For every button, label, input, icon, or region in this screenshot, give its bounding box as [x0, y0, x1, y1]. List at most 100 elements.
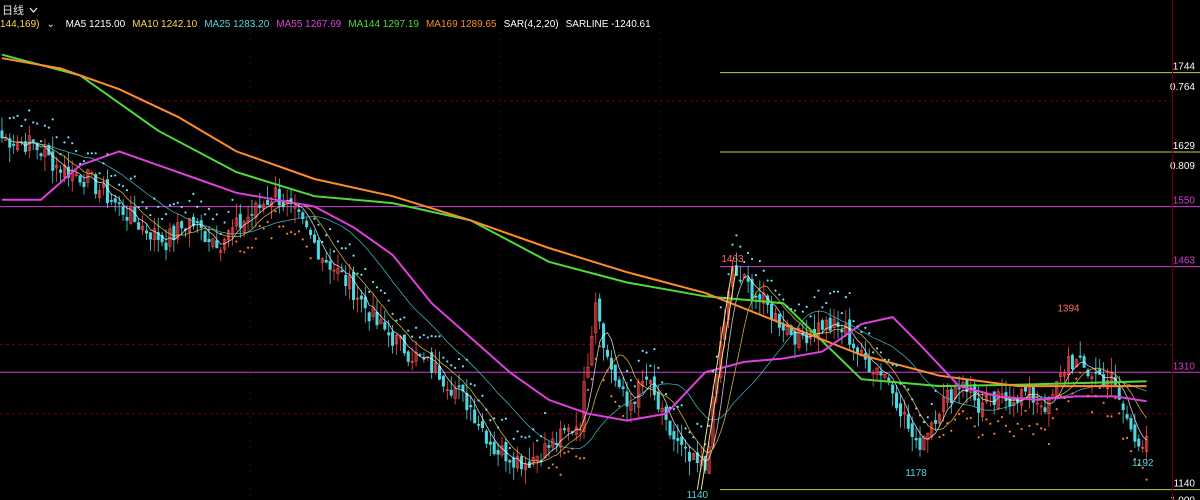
candle-body — [852, 343, 856, 349]
sar-dot — [274, 210, 277, 213]
sar-dot — [407, 329, 410, 332]
candle-body — [1133, 424, 1137, 442]
sar-dot — [700, 425, 703, 428]
candle-body — [449, 389, 453, 396]
sar-dot — [1098, 386, 1101, 389]
sar-dot — [262, 227, 265, 230]
candle-body — [387, 332, 391, 336]
sar-dot — [16, 114, 19, 117]
sar-dot — [1090, 411, 1094, 414]
candle-body — [383, 322, 387, 330]
sar-dot — [750, 257, 754, 261]
candle-body — [82, 181, 86, 187]
sar-dot — [875, 347, 879, 350]
sar-dot — [641, 349, 644, 352]
price-annotation: 1394 — [1057, 304, 1080, 315]
sar-dot — [301, 238, 304, 241]
sar-dot — [200, 200, 203, 203]
sar-dot — [395, 319, 398, 322]
candle-body — [973, 384, 977, 401]
sar-dot — [727, 273, 730, 276]
candle-body — [867, 356, 871, 373]
sar-dot — [243, 251, 246, 254]
sar-dot — [684, 427, 687, 430]
candle-body — [668, 420, 672, 436]
sar-dot — [1122, 437, 1125, 440]
sar-dot — [141, 201, 144, 204]
sar-dot — [227, 210, 230, 213]
sar-dot — [864, 326, 867, 329]
candle-body — [1094, 372, 1098, 374]
candlestick-chart: 1550 1463 1310 1744 1629 1140 0.764 0.809 1.000 1… — [0, 32, 1200, 500]
sar-dot — [43, 124, 47, 127]
sar-dot — [418, 336, 422, 339]
sar-dot — [1051, 417, 1054, 420]
sar-dot — [411, 335, 414, 338]
candle-body — [477, 424, 481, 426]
sar-dot — [231, 198, 234, 201]
sar-dot — [63, 141, 66, 144]
sar-dot — [739, 245, 742, 248]
candle-body — [840, 329, 844, 333]
candle-body — [484, 430, 488, 444]
sar-dot — [246, 246, 250, 249]
sar-dot — [614, 400, 617, 403]
candle-body — [1137, 438, 1141, 447]
sar-dot — [637, 359, 640, 362]
sar-dot — [1094, 394, 1097, 397]
sar-dot — [758, 260, 761, 263]
candle-body — [598, 298, 602, 322]
sar-dot — [981, 433, 984, 436]
sar-dot — [125, 189, 129, 192]
sar-dot — [47, 126, 50, 129]
sar-dot — [438, 335, 441, 338]
sar-dot — [559, 473, 562, 476]
sar-dot — [836, 290, 840, 293]
candle-body — [148, 232, 152, 240]
sar-dot — [907, 388, 910, 391]
sar-dot — [582, 457, 586, 460]
sar-dot — [106, 153, 109, 156]
sar-dot — [813, 296, 816, 299]
candle-body — [605, 349, 610, 357]
sar-dot — [282, 225, 285, 228]
candle-body — [625, 391, 629, 407]
candle-body — [754, 295, 758, 298]
candle-body — [656, 391, 660, 410]
sar-dot — [579, 457, 582, 460]
sar-dot — [520, 435, 523, 438]
sar-dot — [430, 334, 433, 338]
sar-dot — [809, 315, 812, 318]
sar-dot — [371, 280, 375, 284]
sar-dot — [618, 405, 621, 408]
sar-dot — [719, 306, 722, 309]
candle-body — [1121, 403, 1125, 411]
candle-body — [562, 428, 567, 431]
sar-dot — [133, 175, 136, 178]
candle-body — [879, 371, 883, 376]
sar-dot — [356, 272, 359, 275]
sar-dot — [993, 432, 996, 435]
sar-dot — [258, 224, 261, 228]
sar-dot — [266, 220, 269, 223]
sar-dot — [75, 149, 78, 153]
sar-dot — [497, 426, 500, 429]
sar-dot — [829, 292, 832, 295]
candle-body — [1043, 407, 1047, 412]
candle-body — [316, 240, 320, 260]
candle-body — [887, 377, 891, 382]
sar-dot — [848, 291, 851, 295]
sar-dot — [825, 301, 828, 305]
sar-dot — [305, 245, 308, 248]
sar-dot — [594, 357, 597, 360]
sar-dot — [250, 246, 254, 249]
sar-dot — [766, 279, 769, 282]
sar-dot — [723, 296, 726, 300]
candle-body — [758, 294, 762, 300]
sar-dot — [1106, 415, 1109, 418]
sar-dot — [336, 240, 340, 243]
sar-dot — [1055, 408, 1058, 411]
candle-body — [375, 311, 379, 326]
sar-dot — [176, 201, 179, 204]
sar-dot — [989, 422, 992, 425]
